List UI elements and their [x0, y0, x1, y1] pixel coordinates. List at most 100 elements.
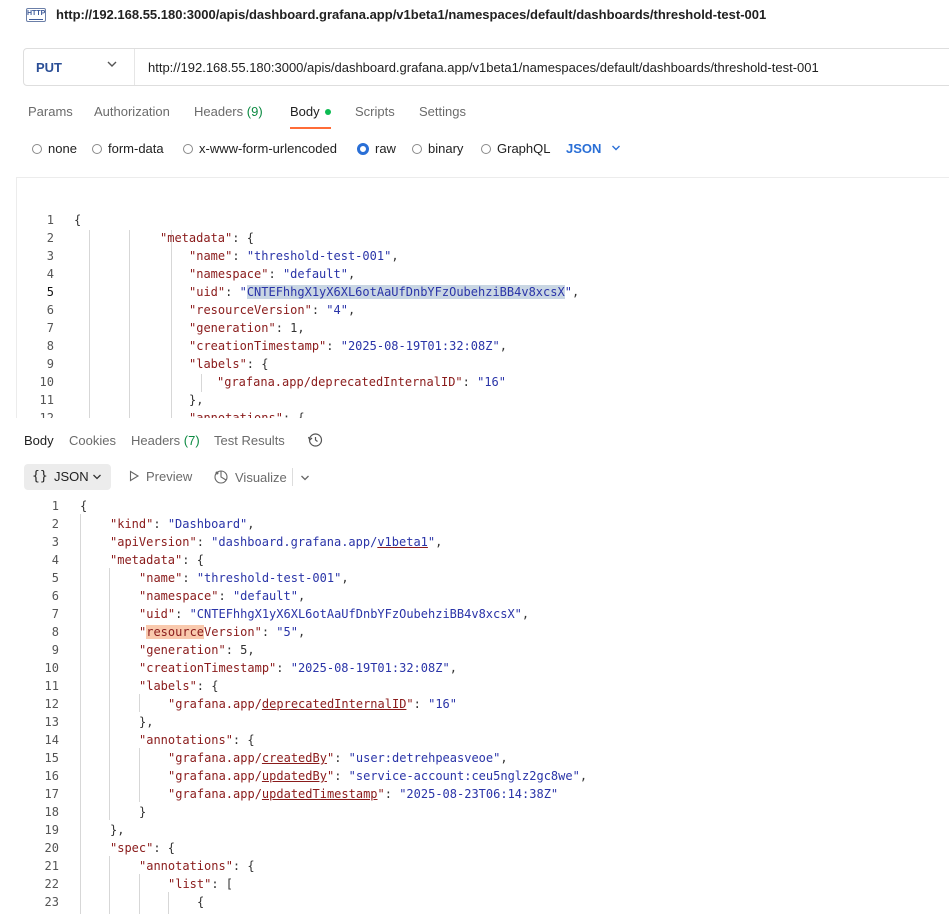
response-format-label: JSON [54, 469, 89, 484]
radio-none[interactable]: none [32, 141, 77, 156]
code-line: "apiVersion": "dashboard.grafana.app/v1b… [110, 535, 443, 549]
line-number: 2 [46, 231, 54, 245]
code-line: "resourceVersion": "4", [189, 303, 356, 317]
radio-label: binary [428, 141, 464, 156]
visualize-label: Visualize [235, 470, 287, 485]
code-line: "grafana.app/updatedBy": "service-accoun… [168, 769, 588, 783]
code-line: "spec": { [110, 841, 176, 855]
radio-label: x-www-form-urlencoded [199, 141, 337, 156]
preview-label: Preview [146, 469, 193, 484]
radio-circle [183, 143, 193, 154]
preview-button[interactable]: Preview [128, 469, 192, 484]
code-line: "creationTimestamp": "2025-08-19T01:32:0… [189, 339, 507, 353]
chevron-down-icon[interactable] [300, 470, 310, 488]
line-number: 8 [51, 625, 59, 639]
tab-body[interactable]: Body [290, 104, 331, 129]
radio-label: none [48, 141, 77, 156]
indent-guide [168, 892, 169, 914]
code-line: "grafana.app/deprecatedInternalID": "16" [217, 375, 506, 389]
radio-binary[interactable]: binary [412, 141, 463, 156]
code-line: { [197, 895, 205, 909]
line-number: 10 [44, 661, 59, 675]
line-number: 19 [44, 823, 59, 837]
request-url-bar: PUT [23, 48, 949, 86]
line-number: 3 [51, 535, 59, 549]
code-line: "metadata": { [160, 231, 254, 245]
tab-scripts[interactable]: Scripts [355, 104, 395, 119]
line-number: 2 [51, 517, 59, 531]
visualize-button[interactable]: Visualize [213, 469, 287, 485]
indent-guide [89, 230, 90, 418]
tab-response-body[interactable]: Body [24, 433, 54, 448]
code-line: "creationTimestamp": "2025-08-19T01:32:0… [139, 661, 457, 675]
radio-label: raw [375, 141, 396, 156]
line-number: 18 [44, 805, 59, 819]
tab-cookies[interactable]: Cookies [69, 433, 116, 448]
code-line: "grafana.app/createdBy": "user:detrehpea… [168, 751, 508, 765]
url-input[interactable] [148, 60, 948, 75]
code-line: "kind": "Dashboard", [110, 517, 255, 531]
indent-guide [80, 514, 81, 914]
request-body-editor[interactable]: 1 { 2 "metadata": { 3 "name": "threshold… [16, 177, 949, 418]
line-number: 6 [51, 589, 59, 603]
code-line: "name": "threshold-test-001", [139, 571, 349, 585]
format-select[interactable]: JSON [566, 141, 621, 156]
line-number: 11 [44, 679, 59, 693]
chevron-down-icon [92, 470, 102, 485]
indent-guide [201, 374, 202, 392]
search-highlight: resource [146, 625, 205, 639]
tab-params[interactable]: Params [28, 104, 73, 119]
radio-form-data[interactable]: form-data [92, 141, 164, 156]
radio-raw[interactable]: raw [357, 141, 396, 156]
response-body-viewer[interactable]: 1 { 2 "kind": "Dashboard", 3 "apiVersion… [0, 496, 949, 914]
line-number: 9 [46, 357, 54, 371]
radio-graphql[interactable]: GraphQL [481, 141, 550, 156]
code-line: "uid": "CNTEFhhgX1yX6XL6otAaUfDnbYFzOube… [139, 607, 530, 621]
tab-headers[interactable]: Headers (9) [194, 104, 263, 119]
line-number: 15 [44, 751, 59, 765]
code-line: "uid": "CNTEFhhgX1yX6XL6otAaUfDnbYFzOube… [189, 285, 580, 299]
radio-circle [412, 143, 422, 154]
code-line: { [80, 499, 88, 513]
line-number: 10 [39, 375, 54, 389]
line-number: 12 [44, 697, 59, 711]
response-format-select[interactable]: {} JSON [24, 464, 111, 490]
format-label: JSON [566, 141, 602, 156]
request-title[interactable]: http://192.168.55.180:3000/apis/dashboar… [56, 7, 766, 22]
tab-response-headers[interactable]: Headers (7) [131, 433, 200, 448]
indent-guide [109, 568, 110, 820]
toolbar-divider [292, 468, 293, 486]
radio-circle [357, 142, 369, 155]
line-number: 14 [44, 733, 59, 747]
radio-label: GraphQL [497, 141, 551, 156]
code-line: "generation": 5, [139, 643, 255, 657]
code-line: } [139, 805, 147, 819]
chevron-down-icon [611, 141, 621, 156]
line-number: 7 [51, 607, 59, 621]
tab-authorization[interactable]: Authorization [94, 104, 170, 119]
body-active-dot [324, 108, 331, 115]
radio-x-www-form-urlencoded[interactable]: x-www-form-urlencoded [183, 141, 337, 156]
code-line: "labels": { [189, 357, 269, 371]
braces-icon: {} [32, 469, 48, 484]
code-line: "namespace": "default", [189, 267, 356, 281]
line-number: 1 [51, 499, 59, 513]
code-line: }, [189, 393, 204, 407]
line-number: 4 [51, 553, 59, 567]
line-number: 5 [46, 285, 54, 299]
line-number: 12 [39, 411, 54, 418]
code-line: }, [139, 715, 154, 729]
code-line: "list": [ [168, 877, 234, 891]
code-line: "annotations": { [139, 733, 255, 747]
line-number: 7 [46, 321, 54, 335]
tab-settings[interactable]: Settings [419, 104, 466, 119]
code-line: "grafana.app/deprecatedInternalID": "16" [168, 697, 458, 711]
line-number: 16 [44, 769, 59, 783]
history-icon[interactable] [307, 432, 323, 448]
indent-guide [139, 874, 140, 914]
line-number: 4 [46, 267, 54, 281]
method-select[interactable]: PUT [24, 49, 135, 85]
tab-test-results[interactable]: Test Results [214, 433, 285, 448]
code-line: "name": "threshold-test-001", [189, 249, 399, 263]
code-line: "grafana.app/updatedTimestamp": "2025-08… [168, 787, 559, 801]
